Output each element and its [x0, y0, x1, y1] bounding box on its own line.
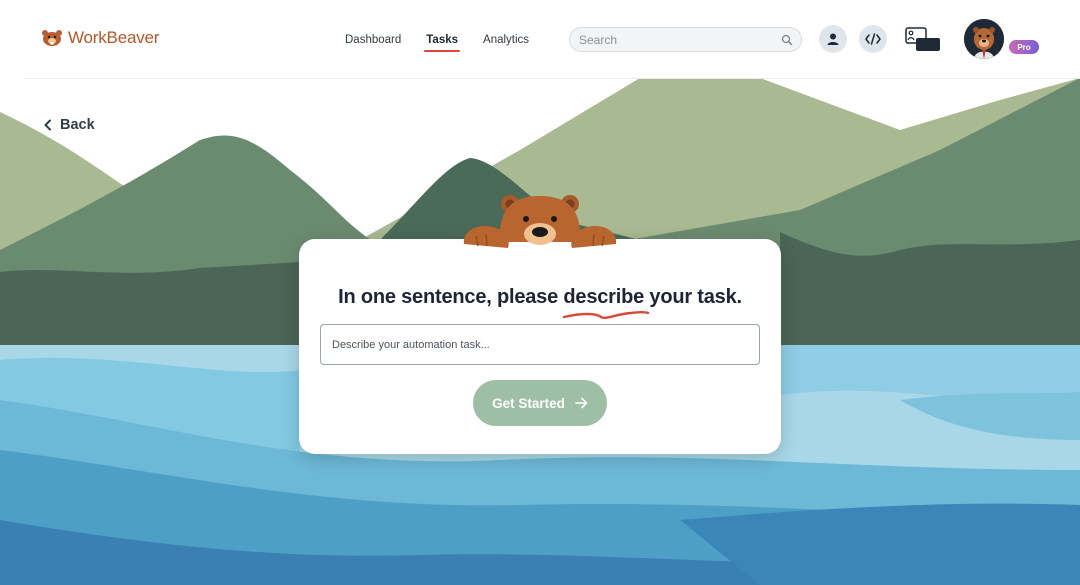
top-navbar: WorkBeaver Dashboard Tasks Analytics Sea… [24, 0, 1080, 79]
card-title: In one sentence, please describe your ta… [338, 286, 742, 308]
search-input[interactable]: Search [569, 27, 802, 52]
brand-name: WorkBeaver [68, 28, 160, 47]
screen-share-icon [905, 27, 940, 51]
task-description-input[interactable] [320, 324, 760, 365]
beaver-mascot-illustration [463, 195, 617, 248]
chevron-left-icon [44, 119, 51, 131]
beaver-logo-icon [42, 30, 62, 46]
pro-badge: Pro [1009, 40, 1039, 54]
back-button[interactable]: Back [43, 117, 95, 133]
nav-tasks[interactable]: Tasks [424, 34, 460, 52]
search-icon[interactable] [781, 34, 793, 46]
brand-logo[interactable]: WorkBeaver [40, 28, 159, 48]
main-nav: Dashboard Tasks Analytics [345, 34, 554, 52]
developer-button[interactable] [859, 25, 887, 53]
scribble-underline-icon [562, 311, 650, 319]
arrow-right-icon [575, 397, 588, 409]
nav-analytics[interactable]: Analytics [483, 34, 529, 46]
user-icon [827, 33, 839, 45]
task-prompt-card: In one sentence, please describe your ta… [299, 239, 781, 454]
nav-dashboard[interactable]: Dashboard [345, 34, 401, 46]
search-placeholder: Search [579, 33, 618, 47]
get-started-button[interactable]: Get Started [473, 380, 607, 426]
back-label: Back [60, 117, 95, 133]
profile-button[interactable] [819, 25, 847, 53]
code-icon [865, 33, 881, 45]
screen-share-button[interactable] [905, 26, 941, 57]
avatar[interactable] [964, 19, 1004, 59]
beaver-avatar-icon [964, 19, 1004, 59]
get-started-label: Get Started [492, 395, 565, 411]
